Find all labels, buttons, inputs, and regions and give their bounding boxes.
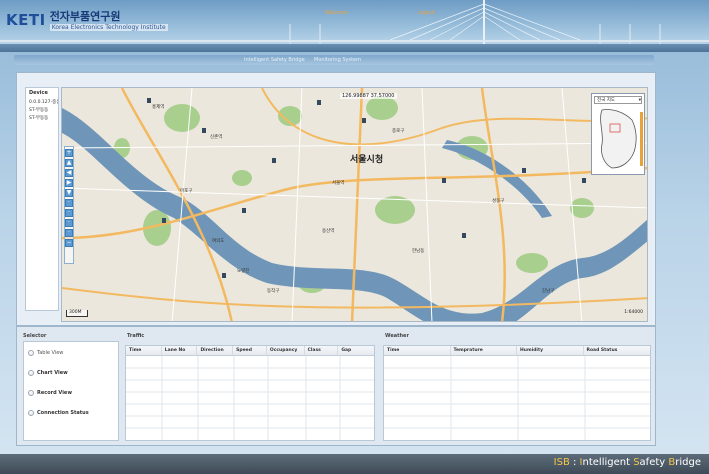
device-item[interactable]: 0.0.0.127-중심 <box>26 98 58 106</box>
traffic-grid-body <box>126 356 374 440</box>
device-list-title: Device <box>29 90 48 96</box>
map-place-label: 노량진 <box>237 269 250 274</box>
radio-chart-view[interactable]: Chart View <box>28 370 68 376</box>
map-zoom-control: + ▲ ◀ ▶ ▼ · · · · − <box>64 146 74 264</box>
map-place-label: 홍제역 <box>152 105 165 110</box>
seoul-map[interactable]: 126.99887 37.57000 서울시청 홍제역 신촌역 마포구 여의도 … <box>61 87 648 322</box>
bottom-panels: Selector Table View Chart View Record Vi… <box>16 326 656 446</box>
weather-grid-header: Time Temprature Humidity Road Status <box>384 346 650 356</box>
column-header[interactable]: Occupancy <box>267 346 305 355</box>
footer: ISB : Intelligent Safety Bridge <box>0 454 709 474</box>
map-place-label: 성동구 <box>492 199 505 204</box>
logo-mark: KETI <box>6 10 46 29</box>
map-place-label: 서울역 <box>332 181 345 186</box>
subbar-title: Intelligent Safety Bridge <box>244 57 305 63</box>
radio-table-view[interactable]: Table View <box>28 350 63 356</box>
zoom-level-button[interactable]: · <box>65 209 73 217</box>
map-place-label: 종로구 <box>392 129 405 134</box>
column-header[interactable]: Temprature <box>451 346 517 355</box>
map-place-label: 한남동 <box>412 249 425 254</box>
traffic-grid-header: Time Lane No Direction Speed Occupancy C… <box>126 346 374 356</box>
overview-minimap[interactable]: 전국 지도 ▾ <box>591 93 645 175</box>
map-place-label: 신촌역 <box>210 135 223 140</box>
map-scale-ratio: 1:64000 <box>624 310 643 315</box>
traffic-grid[interactable]: Time Lane No Direction Speed Occupancy C… <box>125 345 375 441</box>
chevron-down-icon: ▾ <box>638 97 641 103</box>
column-header[interactable]: Time <box>384 346 451 355</box>
footer-brand: ISB : Intelligent Safety Bridge <box>554 457 701 468</box>
column-header[interactable]: Direction <box>197 346 234 355</box>
column-header[interactable]: Road Status <box>584 346 651 355</box>
zoom-level-button[interactable]: · <box>65 219 73 227</box>
map-place-label: 용산역 <box>322 229 335 234</box>
device-item[interactable]: ST-부동동 <box>26 106 58 114</box>
zoom-level-button[interactable]: · <box>65 229 73 237</box>
radio-button[interactable] <box>28 370 34 376</box>
minimap-select-value: 전국 지도 <box>597 98 615 103</box>
city-hall-label: 서울시청 <box>350 155 384 165</box>
logo-text: 전자부품연구원 Korea Electronics Technology Ins… <box>49 8 168 31</box>
radio-connection-status[interactable]: Connection Status <box>28 410 89 416</box>
radio-label: Record View <box>37 390 72 396</box>
logo-english-name: Korea Electronics Technology Institute <box>49 24 168 31</box>
column-header[interactable]: Gap <box>338 346 374 355</box>
column-header[interactable]: Lane No <box>162 346 198 355</box>
footer-word: ntelligent <box>582 457 634 468</box>
weather-title: Weather <box>385 333 409 339</box>
minimap-region-select[interactable]: 전국 지도 ▾ <box>594 96 642 104</box>
subbar-subtitle: Monitoring System <box>314 57 361 63</box>
radio-button[interactable] <box>28 350 34 356</box>
pan-right-button[interactable]: ▶ <box>65 179 73 187</box>
korea-outline-icon <box>600 109 643 169</box>
keti-logo[interactable]: KETI 전자부품연구원 Korea Electronics Technolog… <box>6 8 168 31</box>
pan-down-button[interactable]: ▼ <box>65 189 73 197</box>
zoom-level-button[interactable]: · <box>65 199 73 207</box>
device-list-panel: Device 0.0.0.127-중심 ST-부동동 ST-부동동 <box>25 87 59 311</box>
device-item[interactable]: ST-부동동 <box>26 114 58 122</box>
map-place-label: 동작구 <box>267 289 280 294</box>
weather-grid-body <box>384 356 650 440</box>
zoom-out-button[interactable]: − <box>65 239 73 247</box>
main-panel: Device 0.0.0.127-중심 ST-부동동 ST-부동동 126.99… <box>16 72 656 326</box>
pan-left-button[interactable]: ◀ <box>65 169 73 177</box>
zoom-in-button[interactable]: + <box>65 149 73 157</box>
radio-label: Connection Status <box>37 410 89 416</box>
radio-record-view[interactable]: Record View <box>28 390 72 396</box>
map-coordinate-readout: 126.99887 37.57000 <box>340 93 397 99</box>
map-canvas[interactable] <box>62 88 648 322</box>
footer-isb: ISB <box>553 457 570 468</box>
weather-grid[interactable]: Time Temprature Humidity Road Status <box>383 345 651 441</box>
radio-label: Chart View <box>37 370 68 376</box>
footer-word: ridge <box>675 457 701 468</box>
sub-navigation-bar: Intelligent Safety Bridge Monitoring Sys… <box>14 55 654 65</box>
radio-button[interactable] <box>28 410 34 416</box>
footer-sep: : <box>569 457 580 468</box>
radio-label: Table View <box>37 350 64 356</box>
map-place-label: 여의도 <box>212 239 225 244</box>
map-place-label: 마포구 <box>180 189 193 194</box>
column-header[interactable]: Speed <box>233 346 267 355</box>
logout-link[interactable]: Logout <box>418 10 435 16</box>
header-nav-bar <box>0 44 709 52</box>
pan-up-button[interactable]: ▲ <box>65 159 73 167</box>
map-scale-bar: 300M <box>66 310 89 317</box>
column-header[interactable]: Time <box>126 346 162 355</box>
map-place-label: 강남구 <box>542 289 555 294</box>
column-header[interactable]: Humidity <box>517 346 584 355</box>
selector-title: Selector <box>23 333 47 339</box>
column-header[interactable]: Class <box>305 346 339 355</box>
selector-panel: Table View Chart View Record View Connec… <box>23 341 119 441</box>
footer-word: afety <box>639 457 669 468</box>
logo-korean-name: 전자부품연구원 <box>49 10 121 23</box>
radio-button[interactable] <box>28 390 34 396</box>
header: KETI 전자부품연구원 Korea Electronics Technolog… <box>0 0 709 52</box>
traffic-title: Traffic <box>127 333 145 339</box>
welcome-text: Welcome <box>325 10 348 16</box>
